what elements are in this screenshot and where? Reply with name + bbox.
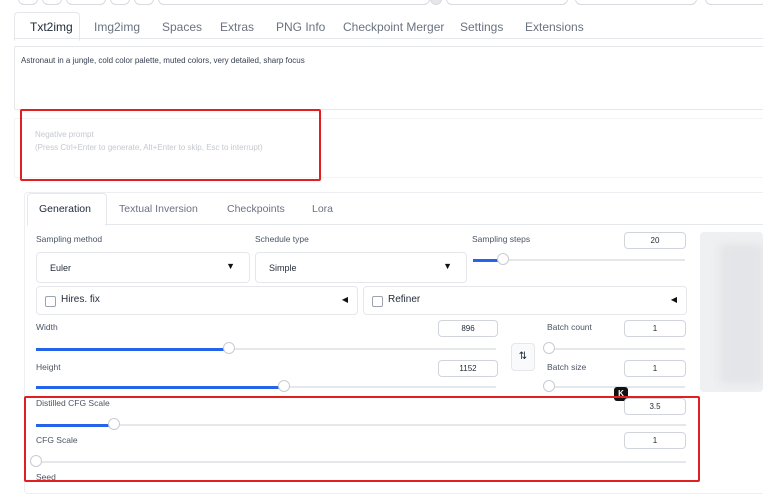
collapse-triangle-icon: ◀ <box>341 295 348 304</box>
slider-handle[interactable] <box>543 380 555 392</box>
sampling-method-label: Sampling method <box>36 234 103 244</box>
width-slider[interactable] <box>36 342 496 354</box>
top-button[interactable] <box>66 0 106 5</box>
slider-handle[interactable] <box>543 342 555 354</box>
batch-count-input[interactable]: 1 <box>624 320 686 337</box>
slider-handle[interactable] <box>497 253 509 265</box>
batch-size-input[interactable]: 1 <box>624 360 686 377</box>
slider-handle[interactable] <box>278 380 290 392</box>
swap-dimensions-button[interactable]: ⇅ <box>511 343 535 371</box>
hires-fix-checkbox[interactable] <box>45 296 56 307</box>
image-preview-placeholder <box>720 244 763 384</box>
refiner-accordion[interactable]: Refiner ◀ <box>363 286 687 315</box>
schedule-type-select[interactable]: Simple ▼ <box>255 252 467 283</box>
prompt-text: Astronaut in a jungle, cold color palett… <box>21 56 305 65</box>
subtab-checkpoints[interactable]: Checkpoints <box>227 203 285 215</box>
chevron-down-icon: ▼ <box>443 261 452 271</box>
tab-extensions[interactable]: Extensions <box>525 20 584 34</box>
top-button[interactable] <box>705 0 763 5</box>
tab-spaces[interactable]: Spaces <box>162 20 202 34</box>
batch-size-label: Batch size <box>547 362 587 372</box>
top-button[interactable] <box>18 0 38 5</box>
sampling-method-select[interactable]: Euler ▼ <box>36 252 250 283</box>
swap-dimensions-icon: ⇅ <box>518 351 528 362</box>
sampling-steps-slider[interactable] <box>473 253 685 265</box>
tab-txt2img[interactable]: Txt2img <box>30 20 73 34</box>
slider-fill <box>36 347 229 351</box>
chevron-down-icon: ▼ <box>226 261 235 271</box>
sampling-steps-label: Sampling steps <box>472 234 531 244</box>
batch-count-label: Batch count <box>547 322 592 332</box>
sampling-steps-input[interactable]: 20 <box>624 232 686 249</box>
batch-count-slider[interactable] <box>543 342 685 354</box>
tab-divider <box>14 38 763 39</box>
subtab-divider <box>105 224 763 225</box>
slider-handle[interactable] <box>223 342 235 354</box>
subtab-generation[interactable]: Generation <box>39 203 91 215</box>
top-button[interactable] <box>110 0 130 5</box>
highlight-cfg-settings <box>24 396 700 482</box>
subtab-lora[interactable]: Lora <box>312 203 333 215</box>
collapse-triangle-icon: ◀ <box>670 295 677 304</box>
refiner-label: Refiner <box>388 294 421 305</box>
tab-settings[interactable]: Settings <box>460 20 503 34</box>
refiner-checkbox[interactable] <box>372 296 383 307</box>
sampling-method-value: Euler <box>50 263 72 273</box>
height-input[interactable]: 1152 <box>438 360 498 377</box>
top-button[interactable] <box>158 0 430 5</box>
subtab-textual-inversion[interactable]: Textual Inversion <box>119 203 198 215</box>
hires-fix-accordion[interactable]: Hires. fix ◀ <box>36 286 358 315</box>
width-label: Width <box>36 322 58 332</box>
schedule-type-label: Schedule type <box>255 234 309 244</box>
highlight-negative-prompt <box>20 109 321 181</box>
top-button[interactable] <box>42 0 62 5</box>
top-button[interactable] <box>446 0 568 5</box>
height-slider[interactable] <box>36 380 496 392</box>
height-label: Height <box>36 362 61 372</box>
tab-extras[interactable]: Extras <box>220 20 254 34</box>
tab-checkpoint-merger[interactable]: Checkpoint Merger <box>343 20 444 34</box>
width-input[interactable]: 896 <box>438 320 498 337</box>
top-button[interactable] <box>430 0 442 5</box>
tab-img2img[interactable]: Img2img <box>94 20 140 34</box>
top-button[interactable] <box>575 0 697 5</box>
tab-png-info[interactable]: PNG Info <box>276 20 325 34</box>
hires-fix-label: Hires. fix <box>61 294 100 305</box>
slider-fill <box>36 385 284 389</box>
top-button[interactable] <box>134 0 154 5</box>
schedule-type-value: Simple <box>269 263 297 273</box>
